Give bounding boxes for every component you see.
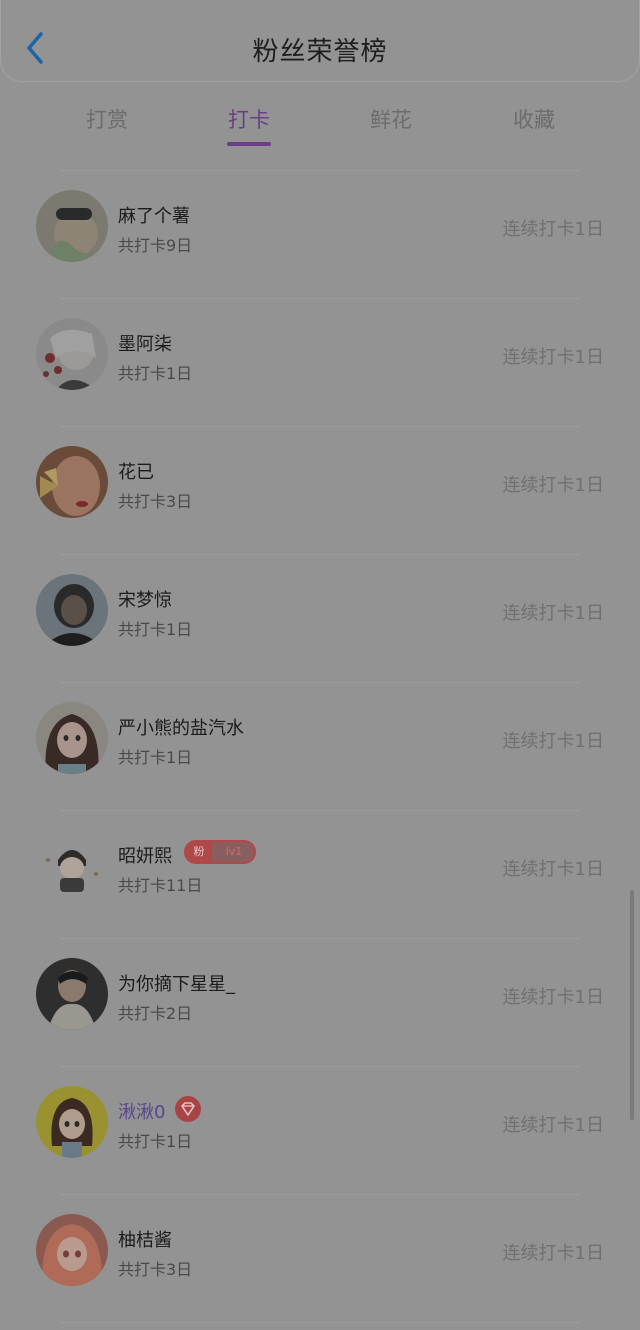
scrollbar[interactable] [630, 890, 634, 1120]
avatar[interactable] [36, 1214, 108, 1286]
fan-name: 花已 [118, 462, 154, 483]
list-item[interactable]: 柚桔酱 共打卡3日 连续打卡1日 [0, 1194, 640, 1322]
streak-label: 连续打卡1日 [502, 219, 604, 240]
avatar-chibi-character-image [36, 830, 108, 902]
fan-name: 严小熊的盐汽水 [118, 718, 244, 739]
divider [60, 170, 580, 171]
fan-name: 柚桔酱 [118, 1230, 172, 1251]
divider [60, 1194, 580, 1195]
total-checkins: 共打卡1日 [118, 364, 193, 383]
avatar-sunglasses-girl-image [36, 190, 108, 262]
streak-label: 连续打卡1日 [502, 347, 604, 368]
fan-name: 宋梦惊 [118, 590, 172, 611]
divider [60, 1066, 580, 1067]
divider [60, 554, 580, 555]
divider [60, 810, 580, 811]
list-item[interactable]: 墨阿柒 共打卡1日 连续打卡1日 [0, 298, 640, 426]
list-item[interactable]: 严小熊的盐汽水 共打卡1日 连续打卡1日 [0, 682, 640, 810]
avatar-anime-girl-roses-image [36, 318, 108, 390]
fan-name: 为你摘下星星_ [118, 974, 235, 995]
streak-label: 连续打卡1日 [502, 731, 604, 752]
list-end [0, 1322, 640, 1330]
avatar[interactable] [36, 1086, 108, 1158]
tab-reward[interactable]: 打赏 [47, 104, 167, 134]
streak-label: 连续打卡1日 [502, 987, 604, 1008]
avatar[interactable] [36, 958, 108, 1030]
total-checkins: 共打卡3日 [118, 1260, 193, 1279]
list-item[interactable]: 为你摘下星星_ 共打卡2日 连续打卡1日 [0, 938, 640, 1066]
avatar[interactable] [36, 702, 108, 774]
list-item[interactable]: 宋梦惊 共打卡1日 连续打卡1日 [0, 554, 640, 682]
avatar[interactable] [36, 318, 108, 390]
fan-name: 湫湫0 [118, 1102, 166, 1123]
active-tab-indicator [227, 142, 271, 146]
page: 粉丝荣誉榜 打赏 打卡 鲜花 收藏 麻了个薯 共打卡9日 连续打卡1日 墨阿柒 … [0, 0, 640, 1330]
total-checkins: 共打卡2日 [118, 1004, 193, 1023]
streak-label: 连续打卡1日 [502, 1243, 604, 1264]
tab-checkin[interactable]: 打卡 [189, 104, 309, 134]
divider [60, 938, 580, 939]
fan-name: 墨阿柒 [118, 334, 172, 355]
divider [60, 426, 580, 427]
streak-label: 连续打卡1日 [502, 1115, 604, 1136]
fan-name: 昭妍熙 [118, 846, 172, 867]
streak-label: 连续打卡1日 [502, 475, 604, 496]
avatar[interactable] [36, 830, 108, 902]
divider [60, 682, 580, 683]
fan-name: 麻了个薯 [118, 206, 190, 227]
streak-label: 连续打卡1日 [502, 859, 604, 880]
avatar-boy-hoodie-image [36, 958, 108, 1030]
total-checkins: 共打卡9日 [118, 236, 193, 255]
list-item[interactable]: 麻了个薯 共打卡9日 连续打卡1日 [0, 170, 640, 298]
fan-badge-label: 粉 [186, 842, 212, 862]
list-item[interactable]: 昭妍熙 粉 lv1 共打卡11日 连续打卡1日 [0, 810, 640, 938]
list-item[interactable]: 湫湫0 共打卡1日 连续打卡1日 [0, 1066, 640, 1194]
total-checkins: 共打卡11日 [118, 876, 203, 895]
avatar-cartoon-girl-yellow-image [36, 1086, 108, 1158]
streak-label: 连续打卡1日 [502, 603, 604, 624]
total-checkins: 共打卡1日 [118, 620, 193, 639]
fan-badge-level: lv1 [225, 845, 243, 858]
total-checkins: 共打卡1日 [118, 748, 193, 767]
avatar-illustrated-girl-image [36, 702, 108, 774]
avatar[interactable] [36, 574, 108, 646]
vip-diamond-icon [175, 1096, 201, 1122]
avatar[interactable] [36, 190, 108, 262]
fan-level-badge: 粉 lv1 [184, 840, 256, 864]
divider [60, 298, 580, 299]
list-item[interactable]: 花已 共打卡3日 连续打卡1日 [0, 426, 640, 554]
avatar-dark-portrait-image [36, 574, 108, 646]
tab-bar: 打赏 打卡 鲜花 收藏 [0, 98, 640, 154]
tab-favorites[interactable]: 收藏 [474, 104, 594, 134]
page-title: 粉丝荣誉榜 [252, 37, 388, 67]
divider [60, 1322, 580, 1323]
header-bar: 粉丝荣誉榜 [0, 0, 640, 82]
tab-flowers[interactable]: 鲜花 [331, 104, 451, 134]
avatar[interactable] [36, 446, 108, 518]
total-checkins: 共打卡1日 [118, 1132, 193, 1151]
avatar-girl-butterfly-image [36, 446, 108, 518]
avatar-anime-orange-hair-image [36, 1214, 108, 1286]
total-checkins: 共打卡3日 [118, 492, 193, 511]
